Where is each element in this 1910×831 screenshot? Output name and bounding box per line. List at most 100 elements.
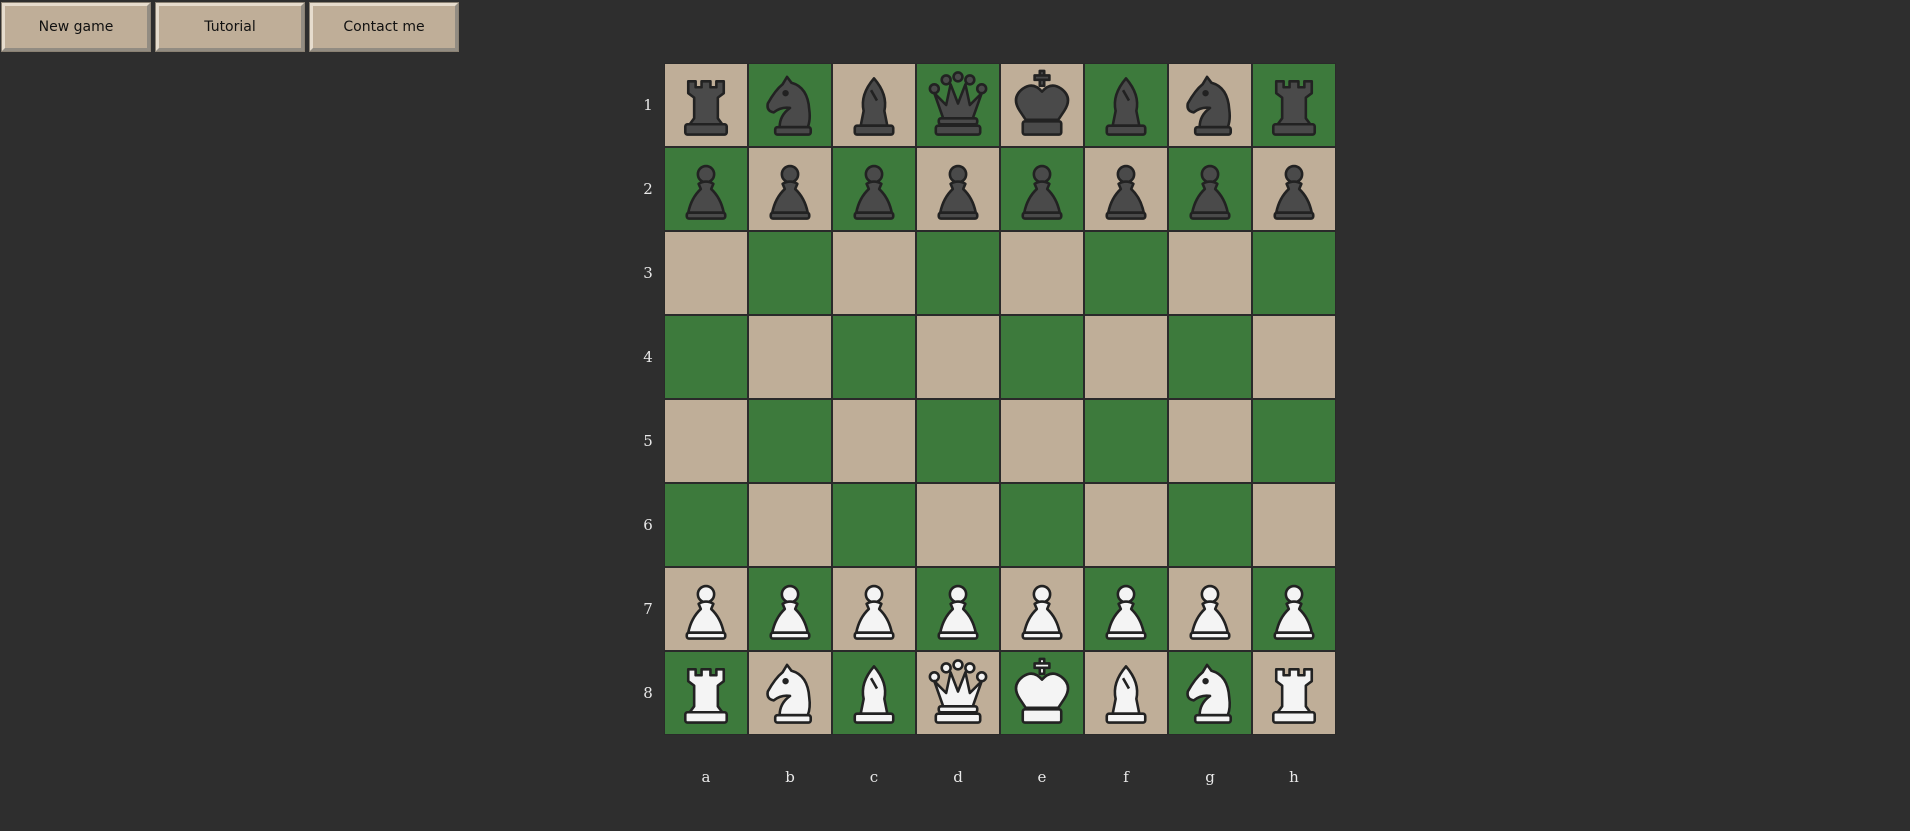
square-b8[interactable]	[748, 651, 832, 735]
rank-label-5: 5	[643, 432, 653, 450]
square-g5[interactable]	[1168, 399, 1252, 483]
square-d4[interactable]	[916, 315, 1000, 399]
square-f4[interactable]	[1084, 315, 1168, 399]
black-rook-icon	[669, 68, 743, 142]
chess-board	[664, 63, 1336, 735]
square-g6[interactable]	[1168, 483, 1252, 567]
square-c4[interactable]	[832, 315, 916, 399]
square-f3[interactable]	[1084, 231, 1168, 315]
square-a8[interactable]	[664, 651, 748, 735]
tutorial-button[interactable]: Tutorial	[155, 2, 305, 52]
square-e6[interactable]	[1000, 483, 1084, 567]
square-d1[interactable]	[916, 63, 1000, 147]
square-a7[interactable]	[664, 567, 748, 651]
square-b4[interactable]	[748, 315, 832, 399]
file-label-g: g	[1205, 768, 1215, 786]
square-b1[interactable]	[748, 63, 832, 147]
rank-label-2: 2	[643, 180, 653, 198]
white-knight-icon	[1173, 656, 1247, 730]
file-label-e: e	[1037, 768, 1047, 786]
rank-label-3: 3	[643, 264, 653, 282]
square-h1[interactable]	[1252, 63, 1336, 147]
white-pawn-icon	[1173, 572, 1247, 646]
square-d8[interactable]	[916, 651, 1000, 735]
square-c1[interactable]	[832, 63, 916, 147]
contact-me-button[interactable]: Contact me	[309, 2, 459, 52]
black-bishop-icon	[1089, 68, 1163, 142]
square-b3[interactable]	[748, 231, 832, 315]
white-queen-icon	[921, 656, 995, 730]
square-a2[interactable]	[664, 147, 748, 231]
file-label-d: d	[953, 768, 963, 786]
square-c2[interactable]	[832, 147, 916, 231]
square-h8[interactable]	[1252, 651, 1336, 735]
square-d3[interactable]	[916, 231, 1000, 315]
square-a3[interactable]	[664, 231, 748, 315]
white-rook-icon	[669, 656, 743, 730]
square-e8[interactable]	[1000, 651, 1084, 735]
square-h2[interactable]	[1252, 147, 1336, 231]
square-h3[interactable]	[1252, 231, 1336, 315]
square-d7[interactable]	[916, 567, 1000, 651]
rank-label-7: 7	[643, 600, 653, 618]
square-a4[interactable]	[664, 315, 748, 399]
square-b7[interactable]	[748, 567, 832, 651]
white-pawn-icon	[753, 572, 827, 646]
black-pawn-icon	[1257, 152, 1331, 226]
white-knight-icon	[753, 656, 827, 730]
white-pawn-icon	[1089, 572, 1163, 646]
square-h7[interactable]	[1252, 567, 1336, 651]
file-label-a: a	[701, 768, 711, 786]
square-c3[interactable]	[832, 231, 916, 315]
square-h5[interactable]	[1252, 399, 1336, 483]
square-b6[interactable]	[748, 483, 832, 567]
square-e1[interactable]	[1000, 63, 1084, 147]
file-label-f: f	[1123, 768, 1129, 786]
square-f6[interactable]	[1084, 483, 1168, 567]
rank-label-6: 6	[643, 516, 653, 534]
new-game-button[interactable]: New game	[1, 2, 151, 52]
square-h4[interactable]	[1252, 315, 1336, 399]
white-king-icon	[1005, 656, 1079, 730]
square-e5[interactable]	[1000, 399, 1084, 483]
file-label-b: b	[785, 768, 795, 786]
square-c7[interactable]	[832, 567, 916, 651]
square-f1[interactable]	[1084, 63, 1168, 147]
square-c5[interactable]	[832, 399, 916, 483]
square-e3[interactable]	[1000, 231, 1084, 315]
square-e4[interactable]	[1000, 315, 1084, 399]
square-f2[interactable]	[1084, 147, 1168, 231]
square-g7[interactable]	[1168, 567, 1252, 651]
square-h6[interactable]	[1252, 483, 1336, 567]
square-b5[interactable]	[748, 399, 832, 483]
square-g1[interactable]	[1168, 63, 1252, 147]
square-d5[interactable]	[916, 399, 1000, 483]
square-e2[interactable]	[1000, 147, 1084, 231]
white-bishop-icon	[837, 656, 911, 730]
square-e7[interactable]	[1000, 567, 1084, 651]
black-pawn-icon	[1005, 152, 1079, 226]
white-pawn-icon	[1005, 572, 1079, 646]
square-g8[interactable]	[1168, 651, 1252, 735]
square-g4[interactable]	[1168, 315, 1252, 399]
black-bishop-icon	[837, 68, 911, 142]
square-b2[interactable]	[748, 147, 832, 231]
square-f5[interactable]	[1084, 399, 1168, 483]
square-f7[interactable]	[1084, 567, 1168, 651]
black-pawn-icon	[1089, 152, 1163, 226]
black-rook-icon	[1257, 68, 1331, 142]
square-a5[interactable]	[664, 399, 748, 483]
square-d6[interactable]	[916, 483, 1000, 567]
white-bishop-icon	[1089, 656, 1163, 730]
square-d2[interactable]	[916, 147, 1000, 231]
square-f8[interactable]	[1084, 651, 1168, 735]
square-a1[interactable]	[664, 63, 748, 147]
square-g2[interactable]	[1168, 147, 1252, 231]
square-a6[interactable]	[664, 483, 748, 567]
square-c8[interactable]	[832, 651, 916, 735]
black-pawn-icon	[837, 152, 911, 226]
toolbar: New game Tutorial Contact me	[1, 2, 464, 52]
rank-label-1: 1	[643, 96, 653, 114]
square-c6[interactable]	[832, 483, 916, 567]
square-g3[interactable]	[1168, 231, 1252, 315]
